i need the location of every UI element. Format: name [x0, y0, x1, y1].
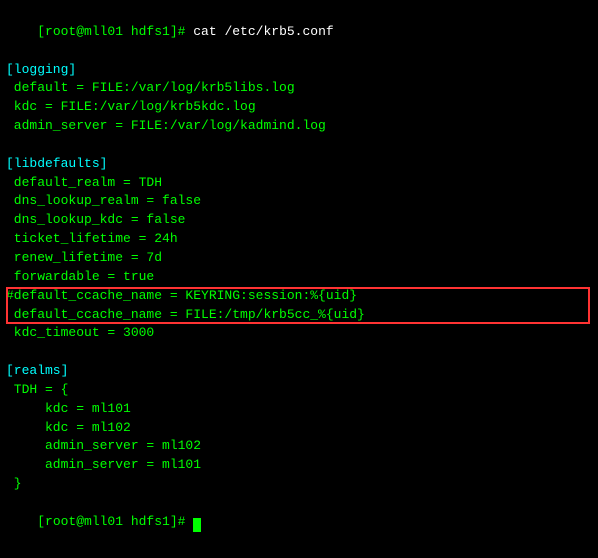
- kdc-timeout: kdc_timeout = 3000: [6, 324, 592, 343]
- renew-lifetime: renew_lifetime = 7d: [6, 249, 592, 268]
- dns-lookup-kdc: dns_lookup_kdc = false: [6, 211, 592, 230]
- tdh-open: TDH = {: [6, 381, 592, 400]
- admin-server2: admin_server = ml101: [6, 456, 592, 475]
- blank1: [6, 136, 592, 155]
- ticket-lifetime: ticket_lifetime = 24h: [6, 230, 592, 249]
- default-realm: default_realm = TDH: [6, 174, 592, 193]
- terminal-window: [root@mll01 hdfs1]# cat /etc/krb5.conf […: [0, 0, 598, 558]
- kdc1: kdc = ml101: [6, 400, 592, 419]
- forwardable: forwardable = true: [6, 268, 592, 287]
- blank2: [6, 343, 592, 362]
- cursor: [193, 518, 201, 532]
- command-line: [root@mll01 hdfs1]# cat /etc/krb5.conf: [6, 4, 592, 61]
- admin-log: admin_server = FILE:/var/log/kadmind.log: [6, 117, 592, 136]
- dns-lookup-realm: dns_lookup_realm = false: [6, 192, 592, 211]
- command: cat /etc/krb5.conf: [193, 24, 333, 39]
- admin-server1: admin_server = ml102: [6, 437, 592, 456]
- final-prompt-line: [root@mll01 hdfs1]#: [6, 494, 592, 551]
- kdc-log: kdc = FILE:/var/log/krb5kdc.log: [6, 98, 592, 117]
- ccache-commented: #default_ccache_name = KEYRING:session:%…: [6, 287, 592, 306]
- default-log: default = FILE:/var/log/krb5libs.log: [6, 79, 592, 98]
- prompt: [root@mll01 hdfs1]#: [37, 24, 193, 39]
- logging-section: [logging]: [6, 61, 592, 80]
- tdh-close: }: [6, 475, 592, 494]
- realms-section: [realms]: [6, 362, 592, 381]
- kdc2: kdc = ml102: [6, 419, 592, 438]
- libdefaults-section: [libdefaults]: [6, 155, 592, 174]
- highlighted-block: #default_ccache_name = KEYRING:session:%…: [6, 287, 592, 325]
- ccache-active: default_ccache_name = FILE:/tmp/krb5cc_%…: [6, 306, 592, 325]
- final-prompt: [root@mll01 hdfs1]#: [37, 514, 193, 529]
